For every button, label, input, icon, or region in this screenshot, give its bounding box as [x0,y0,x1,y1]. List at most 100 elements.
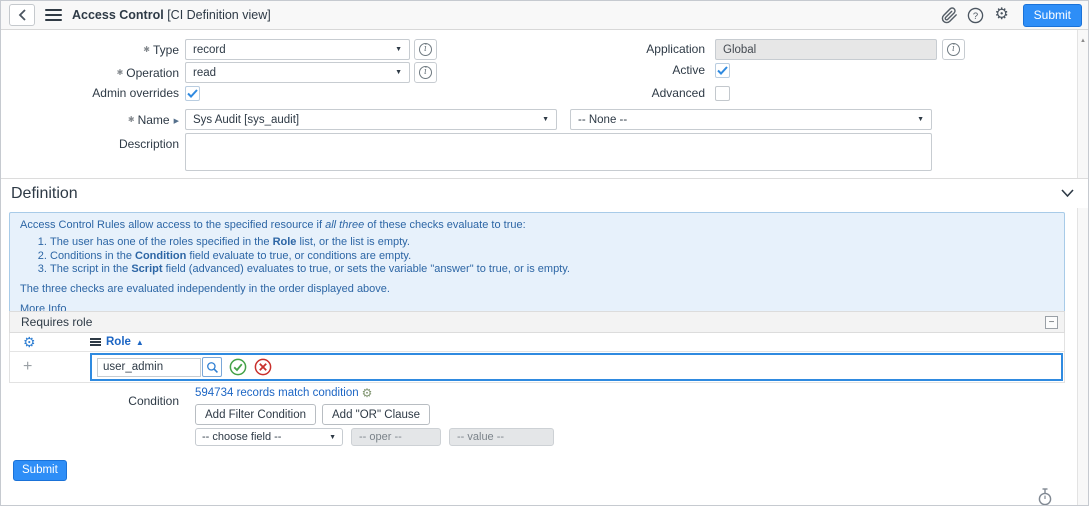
add-row-icon[interactable]: + [23,358,32,375]
form-header-bar: Access Control [CI Definition view] ? ⚙ … [1,1,1088,30]
name-select[interactable]: Sys Audit [sys_audit] ▼ [185,109,557,130]
role-lookup-button[interactable] [202,357,222,377]
advanced-label: Advanced [521,85,705,102]
check-icon [717,66,728,75]
settings-button[interactable]: ⚙ [989,3,1015,27]
page-title-view: [CI Definition view] [167,8,271,22]
reference-arrow-icon[interactable]: ▶ [174,118,179,125]
acl-info-message: Access Control Rules allow access to the… [9,212,1065,324]
requires-role-title: Requires role [21,315,92,329]
condition-gear-icon[interactable]: ⚙ [362,387,373,399]
name-label: ✱Name▶ [1,109,179,130]
application-info-button[interactable]: i [942,39,965,60]
operation-label: ✱Operation [1,62,179,83]
info-check-item: The script in the Script field (advanced… [50,263,1054,276]
definition-section-title: Definition [11,185,78,203]
response-time-icon [1037,487,1053,506]
type-label: ✱Type [1,39,179,60]
list-gear-icon[interactable]: ⚙ [23,334,36,350]
requires-role-header: Requires role − [9,311,1065,333]
operation-info-button[interactable]: i [414,62,437,83]
help-button[interactable]: ? [963,3,989,27]
chevron-down-icon[interactable] [1061,189,1074,198]
application-field: Global [715,39,937,60]
info-icon: i [419,66,432,79]
name-secondary-select[interactable]: -- None -- ▼ [570,109,932,130]
chevron-down-icon: ▼ [395,46,402,53]
table-header-row: ⚙ Role ▲ [10,333,1064,352]
chevron-left-icon [18,9,27,21]
operation-select[interactable]: read ▼ [185,62,410,83]
info-outro: The three checks are evaluated independe… [20,283,1054,296]
collapse-list-button[interactable]: − [1045,316,1058,329]
chevron-down-icon: ▼ [329,434,336,441]
advanced-checkbox[interactable] [715,86,730,101]
context-menu-icon[interactable] [45,6,62,24]
role-input[interactable] [97,358,201,377]
add-or-clause-button[interactable]: Add "OR" Clause [322,404,430,425]
application-value: Global [723,44,756,56]
confirm-edit-button[interactable] [229,358,247,376]
operator-select-disabled: -- oper -- [351,428,441,446]
condition-builder-row: -- choose field -- ▼ -- oper -- -- value… [195,428,554,446]
page-title: Access Control [CI Definition view] [72,8,271,22]
role-cell-editor [90,353,1063,381]
list-controls-cell: ⚙ [10,335,90,350]
info-intro: Access Control Rules allow access to the… [20,219,1054,232]
chevron-down-icon: ▼ [917,116,924,123]
condition-label: Condition [1,391,179,412]
application-label: Application [521,39,705,60]
cancel-edit-button[interactable] [254,358,272,376]
back-button[interactable] [9,4,35,26]
choose-field-select[interactable]: -- choose field -- ▼ [195,428,343,446]
active-checkbox[interactable] [715,63,730,78]
sort-ascending-icon: ▲ [136,338,144,347]
access-control-form-page: Access Control [CI Definition view] ? ⚙ … [0,0,1089,506]
chevron-down-icon: ▼ [542,116,549,123]
column-menu-icon[interactable] [90,336,101,348]
svg-text:?: ? [973,10,978,21]
choose-field-value: -- choose field -- [202,431,281,443]
paperclip-icon [941,7,958,24]
admin-overrides-checkbox[interactable] [185,86,200,101]
add-row-cell: + [10,359,90,375]
active-label: Active [521,62,705,79]
type-select-value: record [193,44,226,56]
attachment-button[interactable] [937,3,963,27]
search-icon [206,361,219,374]
scroll-up-icon[interactable]: ▲ [1080,38,1086,505]
header-submit-button[interactable]: Submit [1023,4,1082,27]
mandatory-icon: ✱ [143,45,150,54]
type-select[interactable]: record ▼ [185,39,410,60]
mandatory-icon: ✱ [128,115,135,124]
operation-select-value: read [193,67,216,79]
x-circle-icon [254,358,272,376]
definition-section-header[interactable]: Definition [1,178,1088,208]
requires-role-table: ⚙ Role ▲ + [9,333,1065,383]
help-icon: ? [967,7,984,24]
type-info-button[interactable]: i [414,39,437,60]
description-label: Description [1,134,179,155]
role-column-header[interactable]: Role ▲ [90,336,144,348]
check-icon [187,89,198,98]
info-check-item: The user has one of the roles specified … [50,236,1054,249]
name-secondary-value: -- None -- [578,114,627,126]
description-textarea[interactable] [185,133,932,171]
condition-buttons: Add Filter Condition Add "OR" Clause [195,404,430,425]
value-field-disabled: -- value -- [449,428,554,446]
check-circle-icon [229,358,247,376]
footer-submit-button[interactable]: Submit [13,460,67,481]
gear-icon: ⚙ [994,7,1008,23]
add-filter-condition-button[interactable]: Add Filter Condition [195,404,316,425]
requires-role-list: Requires role − ⚙ Role ▲ + [9,311,1065,383]
vertical-scrollbar[interactable]: ▲ [1077,30,1088,505]
table-row: + [10,352,1064,382]
chevron-down-icon: ▼ [395,69,402,76]
page-title-main: Access Control [72,8,164,22]
info-check-item: Conditions in the Condition field evalua… [50,250,1054,263]
admin-overrides-label: Admin overrides [1,85,179,102]
info-icon: i [947,43,960,56]
role-column-label: Role [106,336,131,348]
info-check-list: The user has one of the roles specified … [20,236,1054,276]
records-match-link[interactable]: 594734 records match condition ⚙ [195,387,372,399]
